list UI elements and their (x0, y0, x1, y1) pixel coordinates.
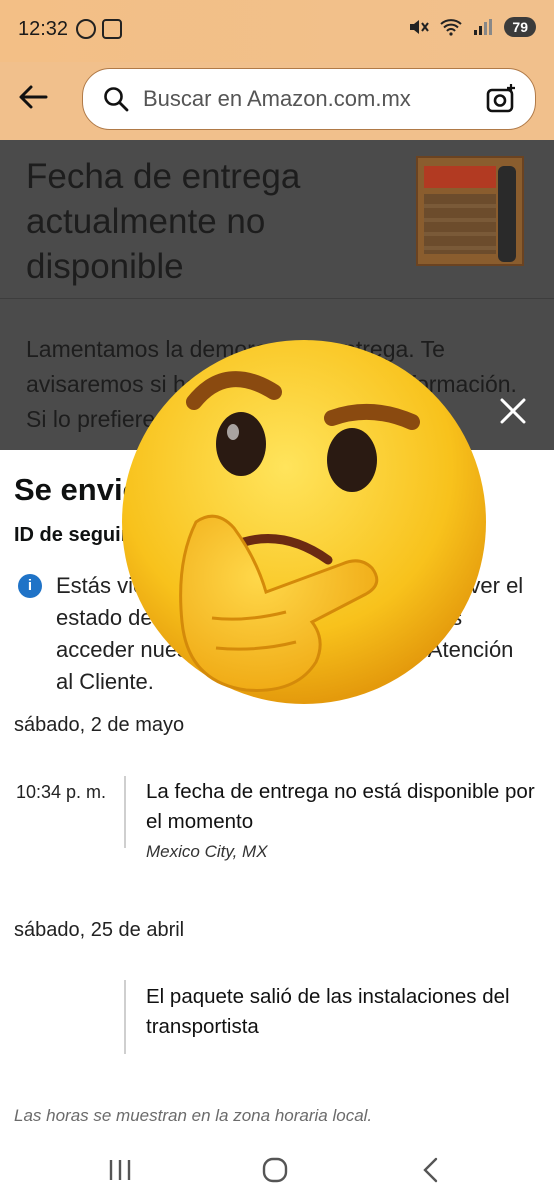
camera-search-icon[interactable] (485, 83, 517, 115)
system-nav-bar (0, 1138, 554, 1200)
status-bar: 12:32 79 (0, 0, 554, 62)
app-header: Buscar en Amazon.com.mx (0, 62, 554, 140)
signal-icon (474, 19, 493, 35)
back-arrow-icon[interactable] (16, 80, 50, 114)
battery-indicator: 79 (504, 17, 536, 37)
tiktok-icon (102, 19, 122, 39)
delivery-date-title: Fecha de entrega actualmente no disponib… (26, 157, 301, 286)
search-icon (104, 87, 129, 112)
event-description: La fecha de entrega no está disponible p… (146, 780, 535, 833)
info-icon: i (18, 574, 42, 598)
event-description: El paquete salió de las instalaciones de… (146, 985, 510, 1038)
close-icon[interactable] (498, 396, 528, 426)
timeline-line (124, 980, 126, 1054)
timeline-line (124, 776, 126, 848)
timezone-footnote: Las horas se muestran en la zona horaria… (14, 1106, 373, 1125)
event-location: Mexico City, MX (146, 842, 268, 861)
mute-icon (410, 20, 430, 34)
day-header: sábado, 25 de abril (14, 919, 185, 941)
nav-back-icon[interactable] (411, 1150, 451, 1190)
status-time: 12:32 (18, 18, 69, 40)
day-header: sábado, 2 de mayo (14, 714, 185, 736)
search-bar[interactable]: Buscar en Amazon.com.mx (82, 68, 536, 130)
divider (0, 298, 554, 299)
notification-icons (76, 19, 122, 39)
wifi-icon (440, 19, 463, 36)
status-indicators: 79 (408, 17, 536, 37)
search-input[interactable]: Buscar en Amazon.com.mx (143, 86, 411, 112)
thinking-face-emoji (122, 340, 486, 704)
home-icon[interactable] (255, 1150, 295, 1190)
recent-apps-icon[interactable] (100, 1150, 140, 1190)
product-thumbnail (416, 156, 524, 266)
whatsapp-icon (76, 19, 96, 39)
event-time: 10:34 p. m. (16, 782, 107, 802)
